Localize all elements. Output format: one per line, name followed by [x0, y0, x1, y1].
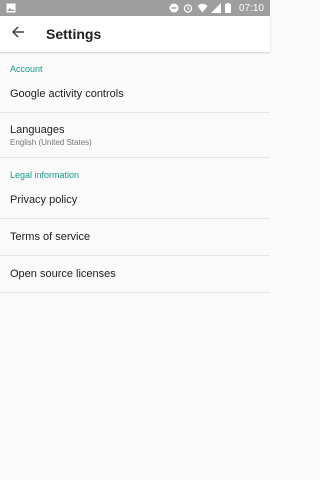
section-header-legal: Legal information [10, 170, 80, 180]
item-label: Terms of service [10, 231, 91, 243]
page-title: Settings [46, 26, 102, 42]
google-activity-controls-item[interactable]: Google activity controls [0, 76, 270, 113]
open-source-licenses-item[interactable]: Open source licenses [0, 256, 270, 293]
item-subtitle: English (United States) [10, 137, 92, 147]
item-label: Privacy policy [10, 194, 78, 206]
battery-icon [224, 3, 235, 13]
item-label: Google activity controls [10, 88, 124, 100]
toolbar: Settings [0, 16, 270, 52]
signal-icon [210, 3, 221, 13]
clock: 07:10 [238, 2, 264, 14]
arrow-left-icon [11, 25, 25, 44]
minus-circle-icon [169, 3, 179, 13]
item-label: Languages [10, 123, 65, 136]
status-bar: 07:10 [0, 0, 270, 16]
terms-of-service-item[interactable]: Terms of service [0, 219, 270, 256]
back-button[interactable] [0, 16, 36, 52]
languages-item[interactable]: Languages English (United States) [0, 113, 270, 158]
alarm-icon [183, 3, 193, 13]
settings-list: Account Google activity controls Languag… [0, 52, 270, 293]
section-header-account: Account [10, 64, 43, 74]
item-label: Open source licenses [10, 268, 116, 280]
image-icon [6, 3, 16, 13]
privacy-policy-item[interactable]: Privacy policy [0, 182, 270, 219]
wifi-icon [197, 3, 208, 13]
